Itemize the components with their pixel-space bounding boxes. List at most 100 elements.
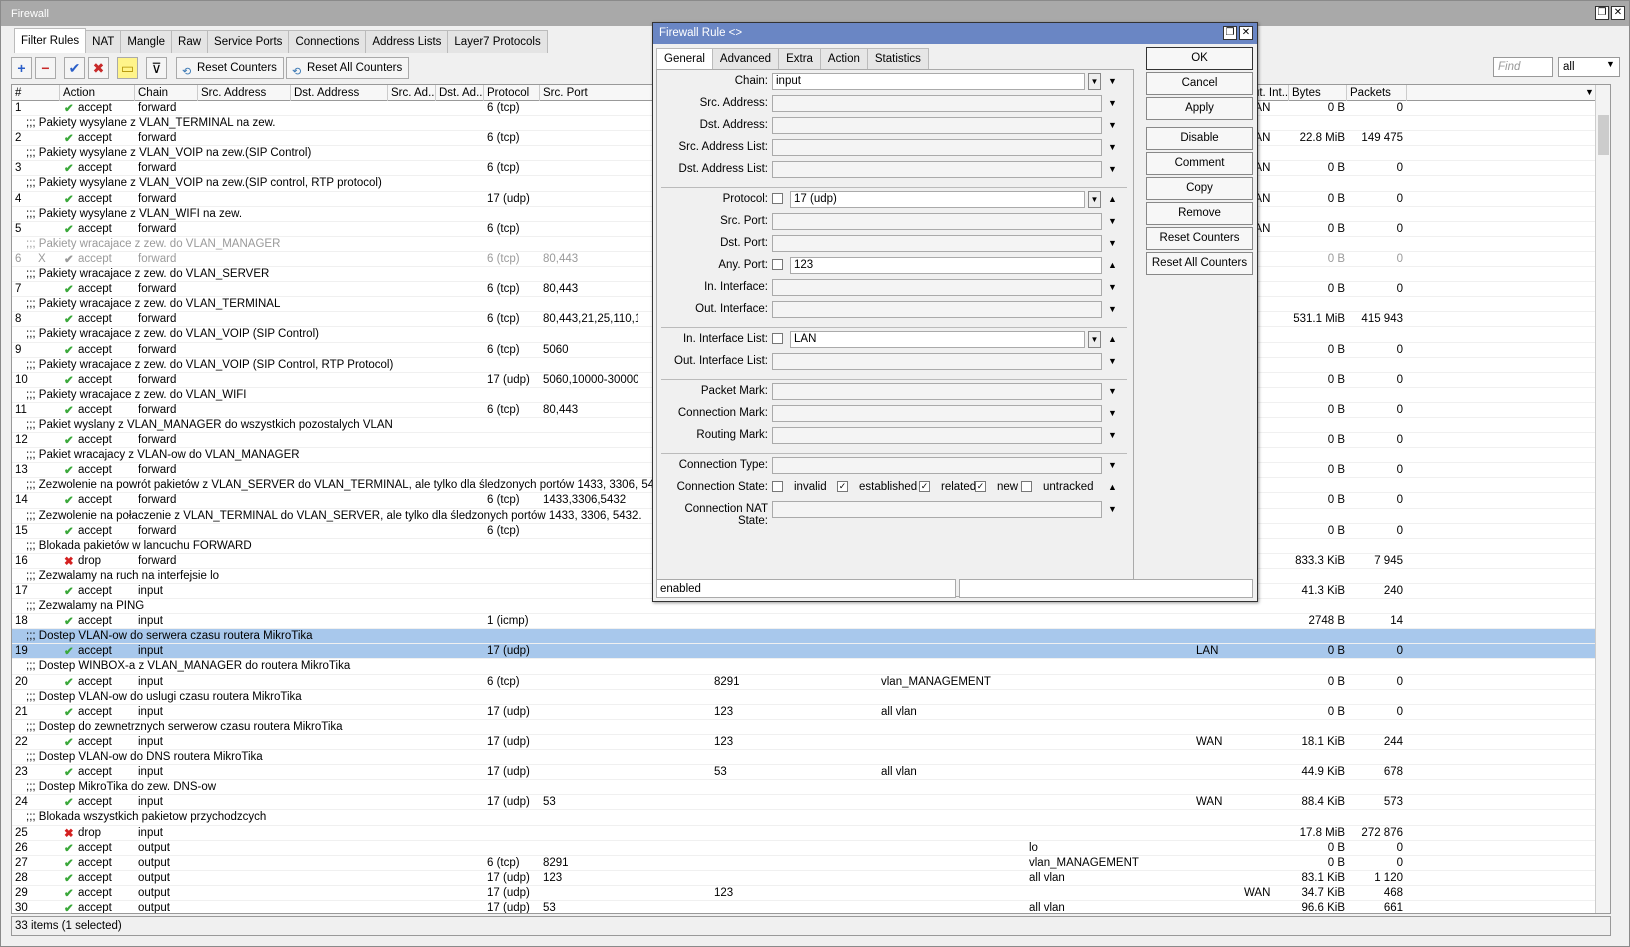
expand-arrow-icon[interactable]: ▼ [1105, 279, 1120, 296]
column-header-packets[interactable]: Packets [1347, 85, 1407, 101]
copy-button[interactable]: Copy [1146, 177, 1253, 200]
negate-checkbox[interactable] [772, 193, 783, 204]
comment-button[interactable]: ▭ [117, 57, 138, 79]
dst-address-input[interactable] [772, 117, 1102, 134]
column-header-bytes[interactable]: Bytes [1289, 85, 1347, 101]
table-row[interactable]: 25 ✖ drop input 17.8 MiB 272 876 [12, 826, 1597, 841]
remove-button[interactable]: Remove [1146, 202, 1253, 225]
dropdown-button[interactable]: ▼ [1088, 331, 1101, 348]
packet-mark-input[interactable] [772, 383, 1102, 400]
reset-all-counters-button[interactable]: ⟲ Reset All Counters [286, 57, 410, 79]
enable-button[interactable]: ✔ [64, 57, 85, 79]
expand-arrow-icon[interactable]: ▼ [1105, 213, 1120, 230]
dialog-titlebar[interactable]: Firewall Rule <> ❐ ✕ [653, 23, 1257, 44]
column-header-src-address[interactable]: Src. Address [198, 85, 291, 101]
dst-address-list-input[interactable] [772, 161, 1102, 178]
collapse-arrow-icon[interactable]: ▲ [1105, 331, 1120, 348]
dst-port-input[interactable] [772, 235, 1102, 252]
comment-row[interactable]: ;;; Blokada wszystkich pakietow przychod… [12, 810, 1597, 826]
cancel-button[interactable]: Cancel [1146, 72, 1253, 95]
in-interface-list-input[interactable]: LAN [790, 331, 1085, 348]
close-window-button[interactable]: ✕ [1611, 6, 1625, 20]
reset-all-counters-button[interactable]: Reset All Counters [1146, 252, 1253, 275]
negate-checkbox[interactable] [772, 259, 783, 270]
dropdown-button[interactable]: ▼ [1088, 73, 1101, 90]
find-input[interactable]: Find [1493, 57, 1553, 77]
conn-state-established-checkbox[interactable]: ✓ [837, 481, 848, 492]
table-row[interactable]: 24 ✔ accept input 17 (udp) 53 WAN 88.4 KiB 573 [12, 795, 1597, 811]
column-header-src-ad[interactable]: Src. Ad... [388, 85, 436, 101]
comment-row[interactable]: ;;; Dostep VLAN-ow do serwera czasu rout… [12, 629, 1597, 645]
table-row[interactable]: 27 ✔ accept output 6 (tcp) 8291 vlan_MANAGEMEN… [12, 856, 1597, 871]
table-row[interactable]: 23 ✔ accept input 17 (udp) 53 all vlan 44.9 KiB… [12, 765, 1597, 781]
scope-dropdown-icon[interactable]: ▼ [1606, 59, 1615, 69]
dialog-restore-button[interactable]: ❐ [1223, 26, 1237, 40]
comment-row[interactable]: ;;; Dostep MikroTika do zew. DNS-ow [12, 780, 1597, 796]
ok-button[interactable]: OK [1146, 47, 1253, 70]
src-port-input[interactable] [772, 213, 1102, 230]
src-address-input[interactable] [772, 95, 1102, 112]
collapse-arrow-icon[interactable]: ▲ [1105, 191, 1120, 208]
dropdown-button[interactable]: ▼ [1088, 191, 1101, 208]
expand-arrow-icon[interactable]: ▼ [1105, 301, 1120, 318]
table-row[interactable]: 30 ✔ accept output 17 (udp) 53 all vlan 96.6 Ki… [12, 901, 1597, 913]
connection-mark-input[interactable] [772, 405, 1102, 422]
out-interface-input[interactable] [772, 301, 1102, 318]
table-row[interactable]: 21 ✔ accept input 17 (udp) 123 all vlan 0 B 0 [12, 705, 1597, 720]
dialog-close-button[interactable]: ✕ [1239, 26, 1253, 40]
tab-raw[interactable]: Raw [171, 30, 209, 53]
chain-input[interactable]: input [772, 73, 1085, 90]
table-row[interactable]: 26 ✔ accept output lo 0 B 0 [12, 841, 1597, 856]
expand-arrow-icon[interactable]: ▼ [1105, 405, 1120, 422]
column-header-protocol[interactable]: Protocol [484, 85, 540, 101]
column-header-rule-number[interactable]: # [12, 85, 60, 101]
protocol-input[interactable]: 17 (udp) [790, 191, 1085, 208]
dialog-tab-advanced[interactable]: Advanced [711, 48, 780, 69]
expand-arrow-icon[interactable]: ▼ [1105, 235, 1120, 252]
table-row[interactable]: 28 ✔ accept output 17 (udp) 123 all vlan 83.1 K… [12, 871, 1597, 886]
tab-nat[interactable]: NAT [85, 30, 122, 53]
column-header-chain[interactable]: Chain [135, 85, 198, 101]
expand-arrow-icon[interactable]: ▼ [1105, 139, 1120, 156]
expand-arrow-icon[interactable]: ▼ [1105, 501, 1120, 518]
vertical-scrollbar[interactable] [1595, 85, 1610, 913]
remove-button[interactable]: − [35, 57, 56, 79]
collapse-arrow-icon[interactable]: ▲ [1105, 479, 1120, 496]
expand-arrow-icon[interactable]: ▼ [1105, 457, 1120, 474]
filter-button[interactable]: ⊽ [146, 57, 167, 79]
src-address-list-input[interactable] [772, 139, 1102, 156]
any-port-input[interactable]: 123 [790, 257, 1102, 274]
reset-counters-button[interactable]: ⟲ Reset Counters [176, 57, 284, 79]
column-header-action[interactable]: Action [60, 85, 135, 101]
expand-arrow-icon[interactable]: ▼ [1105, 73, 1120, 90]
conn-state-untracked-checkbox[interactable] [1021, 481, 1032, 492]
table-row[interactable]: 19 ✔ accept input 17 (udp) LAN 0 B 0 [12, 644, 1597, 660]
expand-arrow-icon[interactable]: ▼ [1105, 117, 1120, 134]
comment-button[interactable]: Comment [1146, 152, 1253, 175]
tab-connections[interactable]: Connections [288, 30, 367, 53]
dialog-tab-general[interactable]: General [656, 48, 713, 69]
column-header-dst-address[interactable]: Dst. Address [291, 85, 388, 101]
expand-arrow-icon[interactable]: ▼ [1105, 383, 1120, 400]
conn-state-new-checkbox[interactable]: ✓ [975, 481, 986, 492]
collapse-arrow-icon[interactable]: ▲ [1105, 257, 1120, 274]
comment-row[interactable]: ;;; Dostep VLAN-ow do uslugi czasu route… [12, 690, 1597, 705]
disable-button[interactable]: Disable [1146, 127, 1253, 150]
connection-nat-state-input[interactable] [772, 501, 1102, 518]
negate-checkbox[interactable] [772, 333, 783, 344]
expand-arrow-icon[interactable]: ▼ [1105, 161, 1120, 178]
expand-arrow-icon[interactable]: ▼ [1105, 427, 1120, 444]
in-interface-input[interactable] [772, 279, 1102, 296]
expand-arrow-icon[interactable]: ▼ [1105, 95, 1120, 112]
column-header-dst-ad[interactable]: Dst. Ad... [436, 85, 484, 101]
restore-window-button[interactable]: ❐ [1595, 6, 1609, 20]
comment-row[interactable]: ;;; Dostep do zewnetrznych serwerow czas… [12, 720, 1597, 735]
apply-button[interactable]: Apply [1146, 97, 1253, 120]
connection-type-input[interactable] [772, 457, 1102, 474]
routing-mark-input[interactable] [772, 427, 1102, 444]
table-row[interactable]: 29 ✔ accept output 17 (udp) 123 WAN 34.7 KiB 468 [12, 886, 1597, 901]
tab-service-ports[interactable]: Service Ports [207, 30, 290, 53]
disable-button[interactable]: ✖ [88, 57, 109, 79]
comment-row[interactable]: ;;; Dostep VLAN-ow do DNS routera MikroT… [12, 750, 1597, 766]
tab-layer7-protocols[interactable]: Layer7 Protocols [447, 30, 548, 53]
